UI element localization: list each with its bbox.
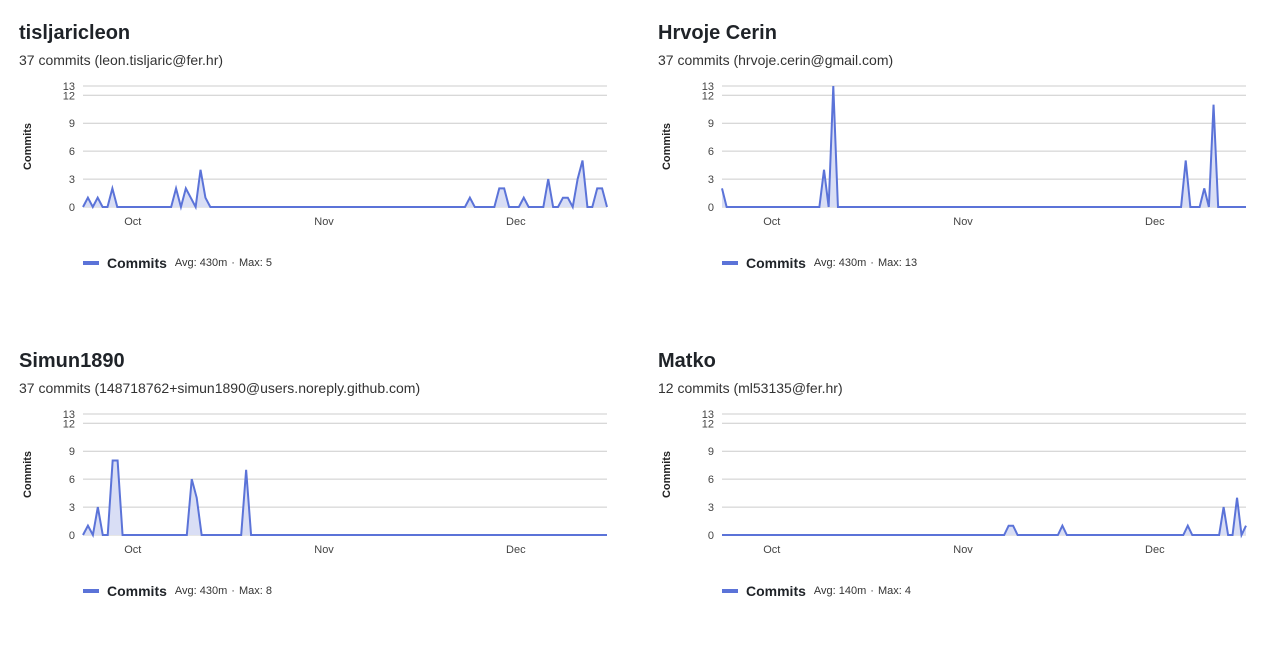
y-tick-label: 6: [69, 146, 75, 158]
author-name: tisljaricleon: [19, 22, 131, 44]
y-tick-label: 6: [69, 474, 75, 486]
y-tick-label: 9: [69, 118, 75, 130]
author-card-2: Hrvoje Cerin 37 commits (hrvoje.cerin@gm…: [658, 20, 1258, 320]
y-tick-label: 0: [708, 530, 714, 542]
author-card-3: Simun1890 37 commits (148718762+simun189…: [19, 348, 619, 648]
author-card-4: Matko 12 commits (ml53135@fer.hr) 0 3 6 9 12…: [658, 348, 1258, 648]
author-name: Hrvoje Cerin: [658, 22, 777, 44]
author-card-1: tisljaricleon 37 commits (leon.tisljaric…: [19, 20, 619, 320]
commits-chart: 03691213CommitsOct Nov Dec: [22, 409, 607, 556]
author-commit-summary: 37 commits (hrvoje.cerin@gmail.com): [658, 52, 894, 68]
legend-series-name: Commits: [107, 255, 167, 271]
chart-legend: Commits Avg: 430m · Max: 13: [722, 254, 917, 272]
legend-separator: ·: [231, 585, 235, 597]
y-axis-label: Commits: [22, 451, 34, 498]
legend-swatch: [83, 261, 99, 265]
chart-legend: Commits Avg: 140m · Max: 4: [722, 582, 911, 600]
chart-legend: Commits Avg: 430m · Max: 5: [83, 254, 272, 272]
legend-maximum: Max: 4: [877, 585, 911, 597]
x-tick-label: Dec: [506, 216, 526, 228]
legend-separator: ·: [231, 257, 235, 269]
series-line: [722, 497, 1247, 539]
commits-chart: 03691213CommitsOct Nov Dec: [661, 409, 1247, 556]
x-tick-label: Nov: [953, 216, 973, 228]
series-area: [83, 460, 607, 535]
author-name: Matko: [658, 350, 716, 372]
commits-chart: 03691213CommitsOct Nov Dec: [661, 81, 1246, 228]
series-area: [722, 86, 1246, 207]
y-tick-label: 6: [708, 474, 714, 486]
y-tick-label: 0: [69, 530, 75, 542]
y-tick-label: 13: [702, 81, 714, 93]
author-commit-summary: 12 commits (ml53135@fer.hr): [658, 380, 843, 396]
x-tick-label: Oct: [763, 216, 780, 228]
legend-swatch: [83, 589, 99, 593]
legend-average: Avg: 430m: [174, 257, 228, 269]
x-tick-label: Dec: [1145, 216, 1165, 228]
legend-average: Avg: 430m: [813, 257, 867, 269]
x-tick-label: Oct: [763, 544, 780, 556]
y-tick-label: 0: [708, 202, 714, 214]
y-tick-label: 6: [708, 146, 714, 158]
y-tick-label: 9: [69, 446, 75, 458]
x-tick-label: Dec: [1145, 544, 1165, 556]
legend-maximum: Max: 5: [238, 257, 272, 269]
y-tick-label: 9: [708, 118, 714, 130]
y-tick-label: 13: [63, 81, 75, 93]
x-tick-label: Oct: [124, 216, 141, 228]
x-tick-label: Nov: [314, 544, 334, 556]
legend-separator: ·: [870, 257, 874, 269]
series-line: [721, 85, 1246, 208]
legend-maximum: Max: 13: [877, 257, 918, 269]
author-name: Simun1890: [19, 350, 125, 372]
y-tick-label: 3: [708, 502, 714, 514]
author-commit-summary: 37 commits (leon.tisljaric@fer.hr): [19, 52, 224, 68]
legend-separator: ·: [870, 585, 874, 597]
series-area: [83, 160, 607, 207]
y-tick-label: 3: [69, 174, 75, 186]
x-tick-label: Nov: [314, 216, 334, 228]
y-axis-label: Commits: [661, 451, 673, 498]
y-tick-label: 13: [702, 409, 714, 421]
x-tick-label: Nov: [953, 544, 973, 556]
y-tick-label: 13: [63, 409, 75, 421]
y-tick-label: 9: [708, 446, 714, 458]
series-line: [82, 459, 607, 539]
legend-maximum: Max: 8: [238, 585, 272, 597]
legend-average: Avg: 140m: [813, 585, 867, 597]
series-line: [82, 160, 608, 211]
legend-average: Avg: 430m: [174, 585, 228, 597]
y-tick-label: 3: [708, 174, 714, 186]
x-tick-label: Dec: [506, 544, 526, 556]
legend-swatch: [722, 261, 738, 265]
y-axis-label: Commits: [22, 123, 34, 170]
y-axis-label: Commits: [661, 123, 673, 170]
y-tick-label: 3: [69, 502, 75, 514]
x-tick-label: Oct: [124, 544, 141, 556]
series-area: [722, 497, 1246, 535]
author-commit-summary: 37 commits (148718762+simun1890@users.no…: [19, 380, 421, 396]
legend-series-name: Commits: [746, 255, 806, 271]
legend-series-name: Commits: [746, 583, 806, 599]
legend-swatch: [722, 589, 738, 593]
chart-legend: Commits Avg: 430m · Max: 8: [83, 582, 272, 600]
y-tick-label: 0: [69, 202, 75, 214]
legend-series-name: Commits: [107, 583, 167, 599]
commits-chart: 03691213CommitsOct Nov Dec: [22, 81, 608, 228]
